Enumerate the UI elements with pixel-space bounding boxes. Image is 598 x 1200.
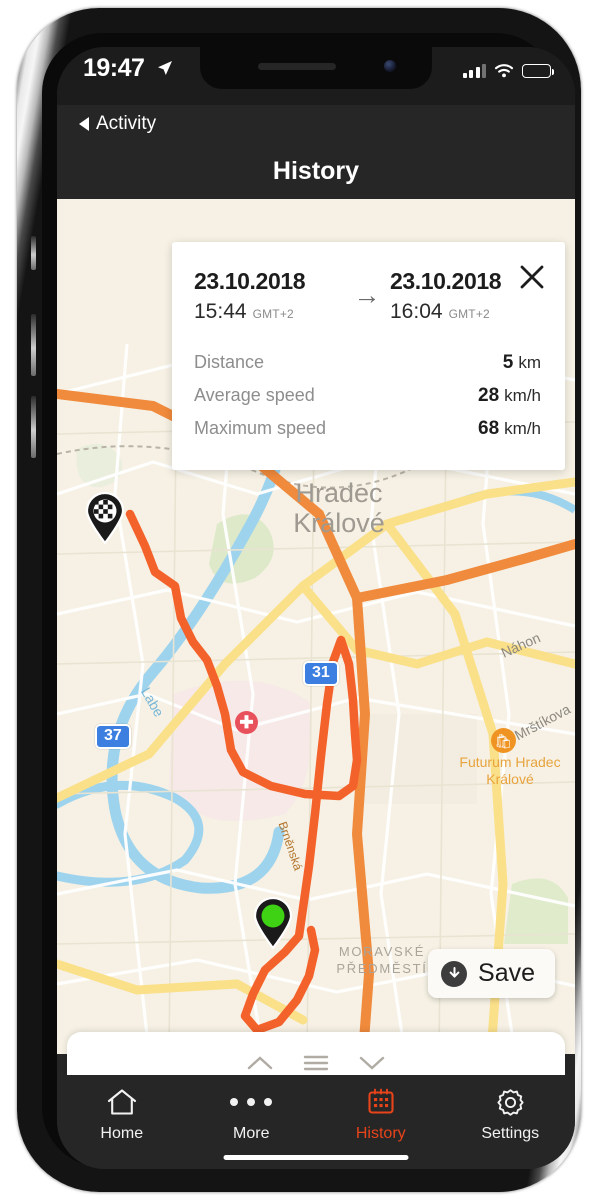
- stat-label: Maximum speed: [194, 418, 327, 438]
- map-view[interactable]: Hradec Králové MORAVSKÉ PŘEDMĚSTÍ Futurum …: [57, 194, 575, 1054]
- battery-icon: [522, 63, 555, 78]
- stat-unit: km/h: [504, 386, 541, 405]
- trip-start-time: 15:44: [194, 300, 247, 323]
- stat-value: 5: [502, 352, 514, 373]
- gear-icon: [496, 1087, 525, 1117]
- close-icon: [520, 265, 544, 289]
- signal-icon: [462, 63, 486, 78]
- stat-label: Distance: [194, 352, 265, 372]
- trip-start-timezone: GMT+2: [252, 307, 294, 321]
- download-circle-icon: [441, 960, 468, 987]
- hospital-icon: ✚: [235, 711, 258, 734]
- road-shield-31: 31: [303, 661, 339, 686]
- trip-end-timezone: GMT+2: [448, 307, 490, 321]
- trip-end-time: 16:04: [390, 300, 443, 323]
- wifi-icon: [494, 64, 514, 78]
- phone-screen: 19:47 Activity History Hradec Králové MO…: [57, 47, 575, 1169]
- trip-stats-list: Distance 5 km Average speed 28 km/h Maxi…: [194, 352, 541, 440]
- home-indicator[interactable]: [223, 1155, 409, 1160]
- back-chevron-icon: [79, 117, 89, 131]
- save-button-label: Save: [478, 959, 535, 987]
- ellipsis-icon: [230, 1087, 273, 1117]
- volume-up-button[interactable]: [31, 314, 36, 376]
- back-link-label: Activity: [96, 113, 157, 134]
- stat-value: 28: [478, 385, 500, 406]
- trip-start-date: 23.10.2018: [194, 268, 306, 294]
- tab-home[interactable]: Home: [57, 1075, 187, 1169]
- stat-unit: km/h: [504, 419, 541, 438]
- phone-frame: 19:47 Activity History Hradec Králové MO…: [17, 8, 581, 1192]
- shopping-bag-icon: 🛍: [491, 728, 516, 753]
- tab-label: History: [355, 1125, 406, 1142]
- home-icon: [107, 1087, 137, 1117]
- tab-label: Settings: [481, 1125, 540, 1142]
- chevron-down-icon[interactable]: [355, 1050, 389, 1076]
- calendar-icon: [367, 1087, 395, 1117]
- stat-unit: km: [518, 353, 541, 372]
- arrow-right-icon: →: [353, 280, 381, 310]
- app-header: History: [57, 143, 575, 199]
- volume-down-button[interactable]: [31, 396, 36, 458]
- tab-settings[interactable]: Settings: [446, 1075, 576, 1169]
- start-pin-icon[interactable]: [253, 897, 293, 949]
- trip-time-range: 23.10.2018 15:44 GMT+2 → 23.10.2018 16:0…: [194, 268, 541, 324]
- chevron-up-icon[interactable]: [243, 1050, 277, 1076]
- road-shield-37: 37: [95, 724, 131, 749]
- location-arrow-icon: [158, 61, 172, 75]
- back-to-activity-link[interactable]: Activity: [79, 113, 156, 135]
- trip-info-card: 23.10.2018 15:44 GMT+2 → 23.10.2018 16:0…: [172, 242, 565, 470]
- finish-flag-pin-icon[interactable]: [85, 492, 125, 544]
- stat-row-maximum-speed: Maximum speed 68 km/h: [194, 418, 541, 440]
- stat-row-average-speed: Average speed 28 km/h: [194, 385, 541, 407]
- close-button[interactable]: [517, 262, 547, 292]
- mute-switch[interactable]: [31, 236, 36, 270]
- page-title: History: [272, 156, 360, 185]
- front-camera-icon: [384, 60, 396, 72]
- stat-label: Average speed: [194, 385, 315, 405]
- hamburger-menu-icon[interactable]: [299, 1050, 333, 1076]
- tab-label: Home: [100, 1125, 144, 1142]
- speaker-grille: [258, 63, 336, 70]
- save-button[interactable]: Save: [428, 949, 555, 998]
- status-time: 19:47: [83, 54, 145, 82]
- stat-row-distance: Distance 5 km: [194, 352, 541, 374]
- status-indicators: [462, 63, 555, 78]
- tab-label: More: [233, 1125, 270, 1142]
- notch: [200, 47, 432, 89]
- trip-start-block: 23.10.2018 15:44 GMT+2: [194, 268, 344, 324]
- stat-value: 68: [478, 418, 500, 439]
